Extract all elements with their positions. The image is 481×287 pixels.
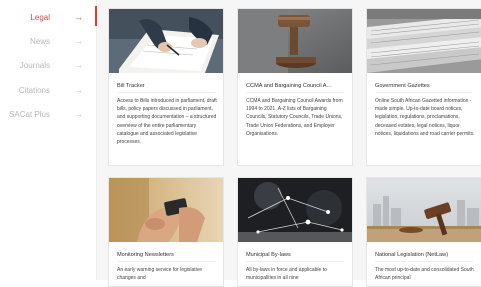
card-national-legislation[interactable]: National Legislation (NetLaw) The most u… bbox=[366, 177, 481, 287]
card-description: CCMA and Bargaining Council Awards from … bbox=[246, 98, 343, 137]
smartphone-hands-photo bbox=[109, 178, 223, 242]
sidebar-item-news[interactable]: News → bbox=[0, 30, 92, 52]
main-content: Bill Tracker Access to Bills introduced … bbox=[97, 0, 481, 287]
sidebar-item-label: Citations bbox=[18, 85, 50, 95]
digital-network-photo bbox=[238, 178, 352, 242]
sidebar-item-label: SACat Plus bbox=[9, 109, 50, 119]
divider bbox=[117, 92, 215, 93]
card-ccma-bargaining-council[interactable]: CCMA and Bargaining Council A... CCMA an… bbox=[237, 8, 353, 166]
gavel-skyline-photo bbox=[367, 178, 481, 242]
arrow-right-icon: → bbox=[74, 85, 83, 95]
newspaper-stack-photo bbox=[367, 9, 481, 73]
card-title: National Legislation (NetLaw) bbox=[375, 252, 449, 258]
divider bbox=[117, 261, 215, 262]
card-government-gazettes[interactable]: Government Gazettes Online South African… bbox=[366, 8, 481, 166]
gavel-photo bbox=[238, 9, 352, 73]
divider bbox=[375, 261, 473, 262]
divider bbox=[375, 92, 473, 93]
arrow-right-icon: → bbox=[74, 12, 83, 22]
divider bbox=[246, 261, 344, 262]
sidebar-item-journals[interactable]: Journals → bbox=[0, 54, 92, 76]
card-title: Government Gazettes bbox=[375, 83, 430, 89]
card-title: Bill Tracker bbox=[117, 83, 145, 89]
divider bbox=[246, 92, 344, 93]
arrow-right-icon: → bbox=[74, 109, 83, 119]
card-description: Access to Bills introduced in parliament… bbox=[117, 98, 217, 146]
card-municipal-bylaws[interactable]: Municipal By-laws All by-laws in force a… bbox=[237, 177, 353, 287]
sidebar-item-label: News bbox=[29, 36, 50, 46]
card-title: Municipal By-laws bbox=[246, 252, 291, 258]
arrow-right-icon: → bbox=[74, 60, 83, 70]
arrow-right-icon: → bbox=[74, 36, 83, 46]
sidebar: Legal → News → Journals → Citations → SA… bbox=[0, 0, 96, 280]
card-bill-tracker[interactable]: Bill Tracker Access to Bills introduced … bbox=[108, 8, 224, 166]
sidebar-item-citations[interactable]: Citations → bbox=[0, 79, 92, 101]
card-description: Online South African Gazetted informatio… bbox=[375, 98, 475, 137]
sidebar-item-legal[interactable]: Legal → bbox=[0, 6, 92, 28]
sidebar-item-label: Legal bbox=[30, 12, 50, 22]
sidebar-item-sacat-plus[interactable]: SACat Plus → bbox=[0, 103, 92, 125]
card-title: CCMA and Bargaining Council A... bbox=[246, 83, 332, 89]
card-monitoring-newsletters[interactable]: Monitoring Newsletters An early warning … bbox=[108, 177, 224, 287]
signing-document-photo bbox=[109, 9, 223, 73]
sidebar-item-label: Journals bbox=[19, 60, 50, 70]
card-title: Monitoring Newsletters bbox=[117, 252, 174, 258]
